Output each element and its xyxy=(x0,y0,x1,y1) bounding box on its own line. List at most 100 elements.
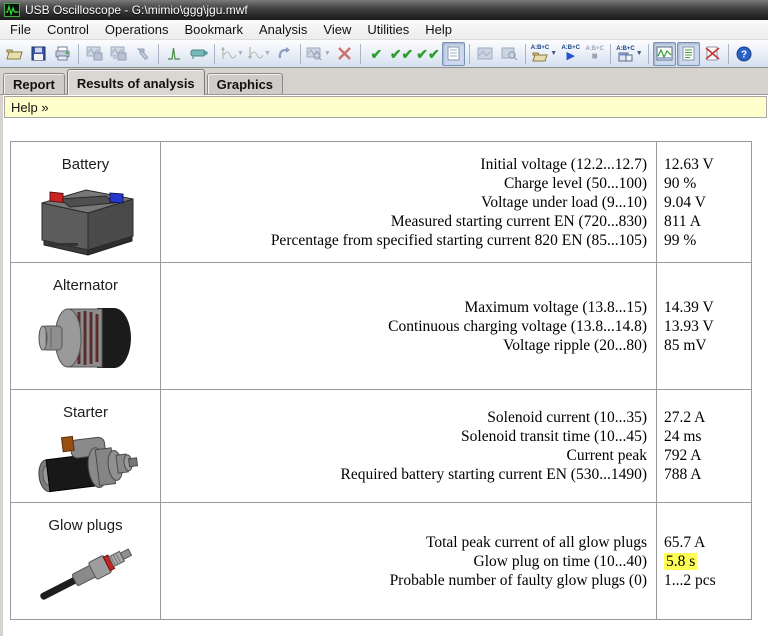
open-file-button[interactable] xyxy=(3,42,26,66)
highlighted-value: 5.8 s xyxy=(664,552,698,570)
waveform-save-icon xyxy=(86,46,103,61)
save-waveform-button[interactable] xyxy=(83,42,106,66)
param-value-cell: 65.7 A 5.8 s 1...2 pcs xyxy=(657,503,751,619)
impulse-icon xyxy=(168,47,180,60)
print-button[interactable] xyxy=(51,42,74,66)
menu-view[interactable]: View xyxy=(315,20,359,39)
report-toggle-button[interactable] xyxy=(441,41,465,66)
toolbar-separator xyxy=(359,43,361,64)
menu-operations[interactable]: Operations xyxy=(97,20,177,39)
dropdown-arrow-icon[interactable]: ▼ xyxy=(324,50,331,57)
tools-button[interactable] xyxy=(131,42,154,66)
accept-check-button[interactable]: ✔ xyxy=(365,42,388,66)
results-page: Help » Battery Initial voltage (12.2...1… xyxy=(0,95,768,636)
table-row-battery: Battery Initial voltage (12.2...12.7) Ch… xyxy=(11,142,751,263)
title-bar: USB Oscilloscope - G:\mimio\ggg\jgu.mwf xyxy=(0,0,768,20)
tab-strip: Report Results of analysis Graphics xyxy=(0,68,768,95)
param-value-cell: 27.2 A 24 ms 792 A 788 A xyxy=(657,390,751,502)
menu-utilities[interactable]: Utilities xyxy=(359,20,417,39)
tab-report[interactable]: Report xyxy=(3,73,65,94)
double-check-icon: ✔✔ xyxy=(389,45,414,62)
component-label: Glow plugs xyxy=(48,517,123,534)
save-waveform-as-button[interactable] xyxy=(107,42,130,66)
save-button[interactable] xyxy=(27,42,50,66)
menu-bookmark[interactable]: Bookmark xyxy=(176,20,251,39)
accept-all-check-button[interactable]: ✔✔ xyxy=(389,42,414,66)
clamp-signal-button[interactable] xyxy=(187,42,210,66)
printer-icon xyxy=(55,46,70,61)
delete-document-icon xyxy=(705,46,720,61)
apply-check-button[interactable]: ✔✔ xyxy=(415,42,440,66)
param-name: Voltage under load (9...10) xyxy=(481,193,647,211)
menu-help[interactable]: Help xyxy=(417,20,460,39)
chart-view-disabled-button[interactable] xyxy=(474,42,497,66)
chart-find-disabled-button[interactable] xyxy=(498,42,521,66)
dropdown-arrow-icon[interactable]: ▼ xyxy=(237,50,244,57)
delete-report-button[interactable] xyxy=(701,42,724,66)
param-value: 65.7 A xyxy=(664,533,706,551)
toolbar-separator xyxy=(727,43,729,64)
tab-graphics[interactable]: Graphics xyxy=(206,73,284,94)
toolbar-separator xyxy=(158,43,159,64)
param-value: 85 mV xyxy=(664,336,707,354)
abc-open-button[interactable]: A:B+C ▼ xyxy=(530,42,558,66)
run-icon: ▶ xyxy=(566,50,575,62)
menu-bar: File Control Operations Bookmark Analysi… xyxy=(0,20,768,40)
svg-text:?: ? xyxy=(741,49,747,60)
red-x-icon xyxy=(337,47,351,60)
param-value: 90 % xyxy=(664,174,697,192)
tab-results-of-analysis[interactable]: Results of analysis xyxy=(66,69,205,95)
undo-button[interactable] xyxy=(273,42,296,66)
param-value: 12.63 V xyxy=(664,155,714,173)
graphics-view-button[interactable] xyxy=(652,41,676,66)
chart-zoom-icon xyxy=(306,47,322,61)
menu-analysis[interactable]: Analysis xyxy=(251,20,315,39)
toolbar: ▼ ▼ ▼ ✔ ✔✔ ✔✔ A:B+C ▼ A:B+C ▶ A:B+C ■ A:… xyxy=(0,40,768,68)
report-document-icon xyxy=(682,46,695,61)
component-label: Starter xyxy=(62,404,108,421)
param-name-cell: Maximum voltage (13.8...15) Continuous c… xyxy=(161,263,657,389)
component-label: Alternator xyxy=(52,277,119,294)
component-label: Battery xyxy=(61,156,110,173)
report-view-button[interactable] xyxy=(676,41,700,66)
chart-find-icon xyxy=(501,47,518,61)
table-row-glow-plugs: Glow plugs Total peak current of all glo… xyxy=(11,503,751,619)
param-name: Maximum voltage (13.8...15) xyxy=(464,298,647,316)
signal-next-button[interactable]: ▼ xyxy=(219,42,245,66)
param-name-cell: Initial voltage (12.2...12.7) Charge lev… xyxy=(161,142,657,262)
help-button[interactable]: ? xyxy=(733,42,756,66)
dropdown-arrow-icon[interactable]: ▼ xyxy=(264,50,271,57)
open-folder-icon xyxy=(6,49,23,60)
dropdown-arrow-icon[interactable]: ▼ xyxy=(550,50,557,57)
abc-window-button[interactable]: A:B+C ▼ xyxy=(615,42,643,66)
param-value: 788 A xyxy=(664,466,702,483)
dropdown-arrow-icon[interactable]: ▼ xyxy=(636,50,643,57)
abc-stop-button[interactable]: A:B+C ■ xyxy=(583,42,606,66)
table-row-alternator: Alternator Maximum voltage (13.8...15) C… xyxy=(11,263,751,390)
param-value-cell: 12.63 V 90 % 9.04 V 811 A 99 % xyxy=(657,142,751,262)
abc-run-button[interactable]: A:B+C ▶ xyxy=(559,42,582,66)
open-folder-icon xyxy=(532,52,548,62)
toolbar-separator xyxy=(468,43,470,64)
signal-prev-button[interactable]: ▼ xyxy=(246,42,272,66)
toolbar-separator xyxy=(299,43,301,64)
delete-chart-button[interactable] xyxy=(333,42,356,66)
chart-zoom-button[interactable]: ▼ xyxy=(305,42,332,66)
chart-disabled-icon xyxy=(477,47,493,60)
toolbar-separator xyxy=(214,43,215,64)
waveform-save-as-icon xyxy=(110,46,127,61)
toolbar-separator xyxy=(647,43,649,64)
results-table: Battery Initial voltage (12.2...12.7) Ch… xyxy=(10,141,752,620)
toolbar-separator xyxy=(524,43,526,64)
glow-plug-image xyxy=(39,548,132,600)
app-icon xyxy=(4,3,20,17)
param-value: 24 ms xyxy=(664,428,702,445)
menu-control[interactable]: Control xyxy=(39,20,97,39)
signal-prev-icon xyxy=(247,47,263,59)
param-name: Charge level (50...100) xyxy=(503,174,647,192)
help-link[interactable]: Help » xyxy=(4,96,767,118)
param-value: 9.04 V xyxy=(664,193,706,211)
menu-file[interactable]: File xyxy=(2,20,39,39)
impulse-signal-button[interactable] xyxy=(163,42,186,66)
window-icon xyxy=(618,52,633,61)
